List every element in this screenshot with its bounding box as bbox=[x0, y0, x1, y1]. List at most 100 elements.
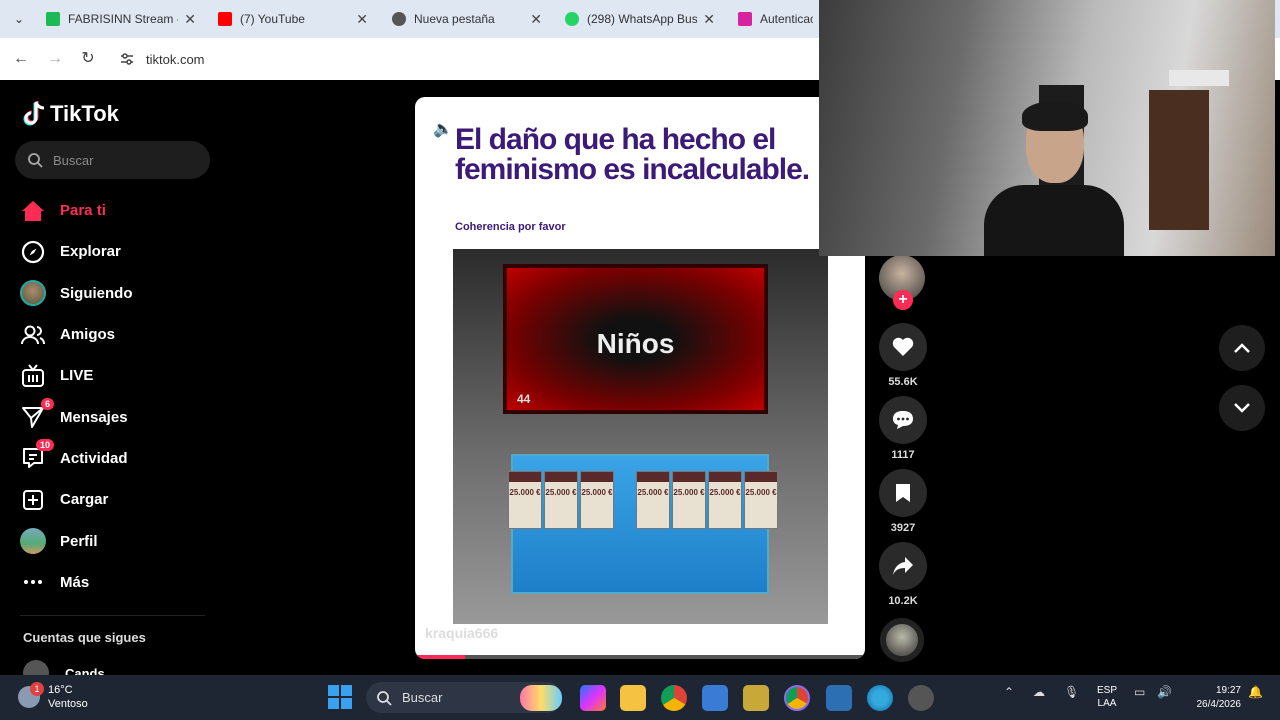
tiktok-logo[interactable]: TikTok bbox=[22, 100, 119, 128]
tab-new[interactable]: Nueva pestaña ✕ bbox=[382, 4, 552, 34]
video-progress-bar[interactable] bbox=[415, 655, 865, 659]
share-button[interactable]: 10.2K bbox=[878, 542, 928, 607]
windows-taskbar: 1 16°C Ventoso Buscar ⌃ ☁ 🎙 ESP LAA ▭ 🔊 … bbox=[0, 675, 1280, 720]
steam-icon[interactable] bbox=[908, 685, 934, 711]
speaker-icon[interactable]: 🔊 bbox=[1157, 685, 1172, 699]
back-arrow-icon[interactable]: ← bbox=[10, 48, 32, 70]
sidebar-item-label: Para ti bbox=[60, 202, 106, 220]
previous-video-button[interactable] bbox=[1219, 325, 1265, 371]
sidebar-item-explorar[interactable]: Explorar bbox=[20, 231, 210, 272]
temperature: 16°C bbox=[48, 684, 73, 696]
home-icon bbox=[20, 198, 46, 224]
more-icon bbox=[20, 569, 46, 595]
site-settings-icon[interactable] bbox=[120, 52, 134, 66]
sidebar-item-mensajes[interactable]: 6 Mensajes bbox=[20, 396, 210, 437]
heart-icon bbox=[879, 323, 927, 371]
air-conditioner bbox=[1169, 70, 1229, 86]
tab-whatsapp[interactable]: (298) WhatsApp Busi ✕ bbox=[555, 4, 725, 34]
chrome-icon[interactable] bbox=[661, 685, 687, 711]
start-button[interactable] bbox=[328, 685, 352, 709]
video-author-handle[interactable]: kraquia666 bbox=[425, 625, 498, 641]
sidebar-item-live[interactable]: LIVE bbox=[20, 355, 210, 396]
sidebar-item-siguiendo[interactable]: Siguiendo bbox=[20, 273, 210, 314]
sidebar-divider bbox=[20, 615, 205, 616]
sidebar-item-label: Cargar bbox=[60, 491, 109, 509]
language-indicator[interactable]: ESP LAA bbox=[1097, 684, 1117, 710]
cash-stack: 25.000 € bbox=[636, 471, 670, 529]
sidebar-item-amigos[interactable]: Amigos bbox=[20, 314, 210, 355]
sidebar-item-label: Explorar bbox=[60, 243, 121, 261]
url-text: tiktok.com bbox=[146, 51, 205, 67]
comment-icon bbox=[879, 396, 927, 444]
sidebar-item-label: Amigos bbox=[60, 326, 116, 344]
copilot-icon[interactable] bbox=[580, 685, 606, 711]
sidebar-item-actividad[interactable]: 10 Actividad bbox=[20, 438, 210, 479]
tab-fabrisinn[interactable]: FABRISINN Stream - ✕ bbox=[36, 4, 206, 34]
sidebar-item-cargar[interactable]: Cargar bbox=[20, 479, 210, 520]
notification-bell-icon[interactable]: 🔔 bbox=[1248, 685, 1263, 699]
sidebar-item-label: Más bbox=[60, 573, 90, 591]
volume-icon[interactable]: 🔈 bbox=[433, 119, 453, 139]
edge-icon[interactable] bbox=[867, 685, 893, 711]
file-explorer-icon[interactable] bbox=[620, 685, 646, 711]
taskbar-search-label: Buscar bbox=[402, 690, 443, 705]
screen-word: Niños bbox=[596, 328, 675, 359]
share-count: 10.2K bbox=[888, 595, 918, 607]
url-field[interactable]: tiktok.com bbox=[120, 46, 205, 72]
tab-youtube[interactable]: (7) YouTube ✕ bbox=[208, 4, 378, 34]
chrome-profile-icon[interactable] bbox=[784, 685, 810, 711]
cash-stack: 25.000 € bbox=[580, 471, 614, 529]
search-highlight-icon[interactable] bbox=[520, 685, 562, 711]
clock-date: 26/4/2026 bbox=[1196, 699, 1242, 710]
keyboard-layout: LAA bbox=[1097, 698, 1117, 709]
cash-stack: 25.000 € bbox=[508, 471, 542, 529]
close-tab-icon[interactable]: ✕ bbox=[530, 11, 542, 28]
video-frame: Niños 44 25.000 € 25.000 € 25.000 € 25.0… bbox=[453, 249, 828, 624]
sidebar-item-para-ti[interactable]: Para ti bbox=[20, 190, 210, 231]
video-player[interactable]: 🔈 El daño que ha hecho el feminismo es i… bbox=[415, 97, 865, 659]
following-heading: Cuentas que sigues bbox=[23, 630, 146, 645]
instagram-favicon-icon bbox=[738, 12, 752, 26]
onedrive-icon[interactable]: ☁ bbox=[1033, 685, 1045, 699]
cash-stack: 25.000 € bbox=[672, 471, 706, 529]
video-progress-fill bbox=[415, 655, 465, 659]
close-tab-icon[interactable]: ✕ bbox=[184, 11, 196, 28]
video-overlay-subtitle: Coherencia por favor bbox=[455, 221, 566, 233]
tab-search-chevron-icon[interactable]: ⌄ bbox=[8, 8, 30, 30]
cash-stack: 25.000 € bbox=[544, 471, 578, 529]
sidebar-item-label: Siguiendo bbox=[60, 284, 133, 302]
cash-stack: 25.000 € bbox=[744, 471, 778, 529]
video-overlay-title: El daño que ha hecho el feminismo es inc… bbox=[455, 123, 810, 186]
activity-icon: 10 bbox=[20, 439, 54, 471]
store-icon[interactable] bbox=[702, 685, 728, 711]
tab-instagram[interactable]: Autenticació bbox=[728, 4, 823, 34]
sidebar-item-perfil[interactable]: Perfil bbox=[20, 520, 210, 561]
close-tab-icon[interactable]: ✕ bbox=[703, 11, 715, 28]
screen-number: 44 bbox=[517, 392, 531, 406]
like-button[interactable]: 55.6K bbox=[878, 323, 928, 388]
reload-icon[interactable]: ↻ bbox=[77, 48, 99, 70]
weather-widget[interactable]: 1 16°C Ventoso bbox=[18, 682, 88, 711]
next-video-button[interactable] bbox=[1219, 385, 1265, 431]
search-placeholder: Buscar bbox=[53, 152, 94, 168]
comment-button[interactable]: 1117 bbox=[878, 396, 928, 461]
sidebar-item-mas[interactable]: Más bbox=[20, 562, 210, 603]
cash-stack: 25.000 € bbox=[708, 471, 742, 529]
bookmark-icon bbox=[879, 469, 927, 517]
messages-badge: 6 bbox=[40, 398, 54, 411]
app-icon[interactable] bbox=[743, 685, 769, 711]
system-clock[interactable]: 19:27 26/4/2026 bbox=[1186, 684, 1242, 712]
tiktok-search-input[interactable]: Buscar bbox=[15, 141, 210, 179]
microphone-icon[interactable]: 🎙 bbox=[1064, 685, 1079, 699]
forward-arrow-icon[interactable]: → bbox=[44, 48, 66, 70]
display-icon[interactable]: ▭ bbox=[1134, 685, 1145, 699]
sidebar-item-label: Mensajes bbox=[60, 408, 128, 426]
close-tab-icon[interactable]: ✕ bbox=[356, 11, 368, 28]
save-button[interactable]: 3927 bbox=[878, 469, 928, 534]
sidebar-item-label: LIVE bbox=[60, 367, 94, 385]
music-disc[interactable] bbox=[880, 618, 924, 662]
photos-icon[interactable] bbox=[826, 685, 852, 711]
tab-label: Nueva pestaña bbox=[414, 12, 495, 26]
chevron-up-icon[interactable]: ⌃ bbox=[1004, 685, 1014, 699]
follow-plus-icon[interactable]: + bbox=[893, 290, 913, 310]
